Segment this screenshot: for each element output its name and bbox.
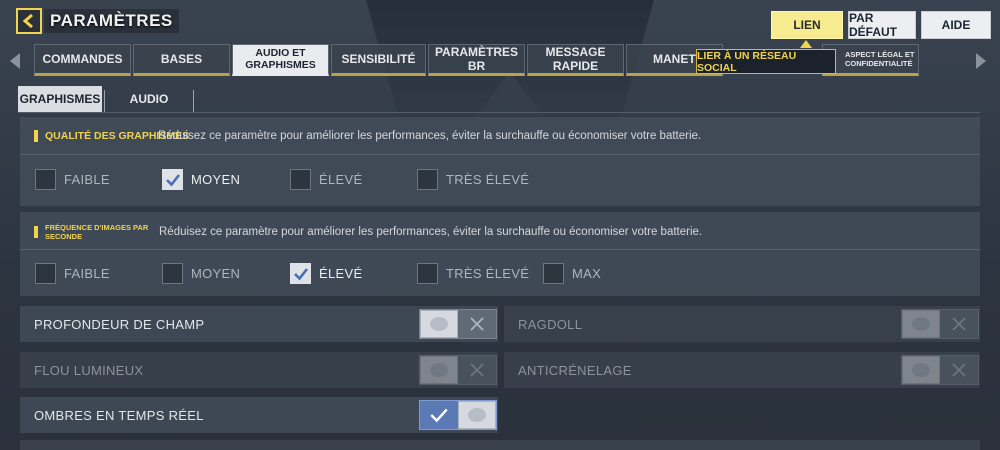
fps-option-moyen[interactable]: MOYEN	[162, 263, 240, 284]
fps-option-eleve[interactable]: ÉLEVÉ	[290, 263, 362, 284]
checkbox-checked[interactable]	[162, 169, 183, 190]
tab-bar: COMMANDES BASES AUDIO ET GRAPHISMES SENS…	[0, 44, 1000, 78]
toggle-knob	[420, 310, 458, 338]
frame-rate-description: Réduisez ce paramètre pour améliorer les…	[159, 226, 703, 238]
option-label: MOYEN	[191, 172, 241, 187]
ragdoll-toggle	[901, 309, 979, 339]
setting-label: PROFONDEUR DE CHAMP	[34, 317, 205, 332]
graphics-quality-panel: QUALITÉ DES GRAPHISMES Réduisez ce param…	[20, 117, 980, 206]
bloom-toggle	[419, 355, 497, 385]
realtime-shadows-toggle[interactable]	[419, 400, 497, 430]
back-arrow-icon	[22, 13, 33, 29]
subtab-divider	[104, 90, 105, 112]
setting-label: FLOU LUMINEUX	[34, 363, 144, 378]
quality-option-tres-eleve[interactable]: TRÈS ÉLEVÉ	[417, 169, 529, 190]
setting-label: ANTICRÉNELAGE	[518, 363, 632, 378]
scroll-left-icon[interactable]	[10, 53, 20, 69]
scroll-right-icon[interactable]	[976, 53, 986, 69]
setting-label: RAGDOLL	[518, 317, 583, 332]
checkbox[interactable]	[417, 169, 438, 190]
subtab-audio[interactable]: AUDIO	[106, 86, 192, 112]
checkbox[interactable]	[543, 263, 564, 284]
page-title: PARAMÈTRES	[44, 9, 179, 33]
close-icon	[458, 310, 496, 338]
fps-option-faible[interactable]: FAIBLE	[35, 263, 110, 284]
section-marker	[34, 130, 38, 142]
setting-label: OMBRES EN TEMPS RÉEL	[34, 408, 204, 423]
option-label: FAIBLE	[64, 172, 110, 187]
check-icon	[420, 401, 458, 429]
tab-commandes[interactable]: COMMANDES	[34, 44, 131, 76]
panel-header: QUALITÉ DES GRAPHISMES Réduisez ce param…	[20, 117, 980, 155]
tab-aspect-legal[interactable]: ASPECT LÉGAL ET CONFIDENTIALITÉ	[822, 44, 919, 76]
link-button[interactable]: LIEN	[771, 11, 843, 39]
setting-row-bloom: FLOU LUMINEUX	[20, 352, 498, 388]
section-marker	[34, 226, 38, 238]
toggle-knob	[902, 356, 940, 384]
toggle-knob	[420, 356, 458, 384]
link-social-tooltip: LIER À UN RÉSEAU SOCIAL	[696, 49, 836, 74]
checkbox-checked[interactable]	[290, 263, 311, 284]
setting-row-realtime-shadows: OMBRES EN TEMPS RÉEL	[20, 397, 498, 433]
back-button[interactable]	[16, 8, 42, 34]
depth-of-field-toggle[interactable]	[419, 309, 497, 339]
toggle-knob	[458, 401, 496, 429]
option-label: MOYEN	[191, 266, 241, 281]
option-label: ÉLEVÉ	[319, 266, 363, 281]
next-row-partial	[20, 440, 980, 450]
tab-sensibilite[interactable]: SENSIBILITÉ	[331, 44, 426, 76]
option-label: TRÈS ÉLEVÉ	[446, 172, 530, 187]
tab-audio-graphismes[interactable]: AUDIO ET GRAPHISMES	[232, 44, 329, 76]
frame-rate-panel: FRÉQUENCE D'IMAGES PAR SECONDE Réduisez …	[20, 212, 980, 296]
checkmark-icon	[293, 267, 308, 280]
fps-option-tres-eleve[interactable]: TRÈS ÉLEVÉ	[417, 263, 529, 284]
close-icon	[458, 356, 496, 384]
fps-option-max[interactable]: MAX	[543, 263, 601, 284]
checkbox[interactable]	[35, 169, 56, 190]
divider	[18, 112, 980, 113]
setting-row-antialiasing: ANTICRÉNELAGE	[504, 352, 980, 388]
tab-parametres-br[interactable]: PARAMÈTRES BR	[428, 44, 525, 76]
option-label: FAIBLE	[64, 266, 110, 281]
quality-description: Réduisez ce paramètre pour améliorer les…	[158, 130, 702, 142]
checkbox[interactable]	[290, 169, 311, 190]
close-icon	[940, 310, 978, 338]
help-button[interactable]: AIDE	[921, 11, 991, 39]
setting-row-depth-of-field: PROFONDEUR DE CHAMP	[20, 306, 498, 342]
tooltip-pointer	[800, 40, 812, 48]
tab-message-rapide[interactable]: MESSAGE RAPIDE	[527, 44, 624, 76]
header: PARAMÈTRES LIEN PAR DÉFAUT AIDE	[0, 0, 1000, 44]
toggle-knob	[902, 310, 940, 338]
quality-option-moyen[interactable]: MOYEN	[162, 169, 240, 190]
subtab-divider	[193, 90, 194, 112]
quality-option-eleve[interactable]: ÉLEVÉ	[290, 169, 362, 190]
subtab-graphismes[interactable]: GRAPHISMES	[18, 86, 102, 112]
quality-option-faible[interactable]: FAIBLE	[35, 169, 110, 190]
checkbox[interactable]	[35, 263, 56, 284]
frame-rate-title: FRÉQUENCE D'IMAGES PAR SECONDE	[45, 223, 149, 241]
option-label: ÉLEVÉ	[319, 172, 363, 187]
option-label: TRÈS ÉLEVÉ	[446, 266, 530, 281]
tab-bases[interactable]: BASES	[133, 44, 230, 76]
setting-row-ragdoll: RAGDOLL	[504, 306, 980, 342]
close-icon	[940, 356, 978, 384]
antialiasing-toggle	[901, 355, 979, 385]
checkbox[interactable]	[162, 263, 183, 284]
checkmark-icon	[165, 173, 180, 186]
default-button[interactable]: PAR DÉFAUT	[848, 11, 916, 39]
checkbox[interactable]	[417, 263, 438, 284]
panel-header: FRÉQUENCE D'IMAGES PAR SECONDE Réduisez …	[20, 212, 980, 250]
option-label: MAX	[572, 266, 602, 281]
